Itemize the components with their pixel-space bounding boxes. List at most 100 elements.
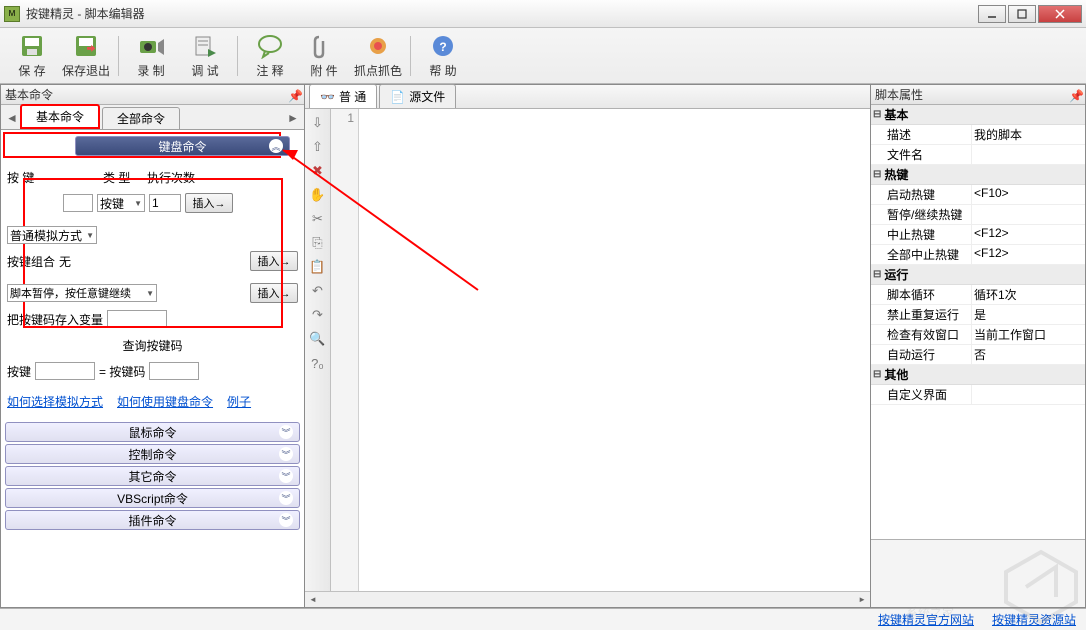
help-icon: ?	[429, 32, 457, 60]
query-label: 查询按键码	[122, 337, 182, 354]
property-description	[871, 539, 1085, 607]
file-icon: 📄	[390, 90, 405, 104]
prop-cat-run[interactable]: 运行	[871, 265, 1085, 285]
expand-icon: ︾	[279, 447, 293, 461]
section-plugin[interactable]: 插件命令︾	[5, 510, 300, 530]
tab-all-commands[interactable]: 全部命令	[102, 107, 180, 129]
comment-icon	[256, 32, 284, 60]
tab-source-view[interactable]: 📄 源文件	[379, 84, 456, 108]
save-button[interactable]: 保 存	[6, 31, 58, 81]
tab-basic-commands[interactable]: 基本命令	[20, 104, 100, 129]
prop-start-hotkey[interactable]: <F10>	[971, 185, 1085, 204]
svg-text:?: ?	[439, 40, 446, 54]
toolbar-separator	[237, 36, 238, 76]
pin-icon[interactable]: 📌	[1069, 89, 1081, 101]
prop-desc-value[interactable]: 我的脚本	[971, 125, 1085, 144]
prop-row: 脚本循环循环1次	[871, 285, 1085, 305]
expand-icon: ︾	[279, 513, 293, 527]
tab-normal-view[interactable]: 👓 普 通	[309, 84, 377, 108]
hand-icon[interactable]: ✋	[310, 187, 326, 203]
prop-row: 启动热键<F10>	[871, 185, 1085, 205]
debug-icon	[191, 32, 219, 60]
section-control[interactable]: 控制命令︾	[5, 444, 300, 464]
help-small-icon[interactable]: ?₀	[310, 355, 326, 371]
comment-button[interactable]: 注 释	[244, 31, 296, 81]
close-button[interactable]	[1038, 5, 1082, 23]
query-key-input[interactable]	[35, 362, 95, 380]
prop-filename-value[interactable]	[971, 145, 1085, 164]
delete-icon[interactable]: ✖	[310, 163, 326, 179]
query-eq-label: = 按键码	[99, 363, 145, 380]
prop-row: 中止热键<F12>	[871, 225, 1085, 245]
expand-icon: ︾	[279, 491, 293, 505]
section-vbscript[interactable]: VBScript命令︾	[5, 488, 300, 508]
command-panel-title: 基本命令	[5, 86, 288, 103]
grab-icon	[364, 32, 392, 60]
expand-icon: ︾	[279, 425, 293, 439]
attach-icon	[310, 32, 338, 60]
prop-autorun-value[interactable]: 否	[971, 345, 1085, 364]
prop-row: 自动运行否	[871, 345, 1085, 365]
maximize-button[interactable]	[1008, 5, 1036, 23]
tab-nav-left[interactable]: ◄	[5, 111, 19, 129]
command-panel-header: 基本命令 📌	[1, 85, 304, 105]
horizontal-scrollbar[interactable]	[305, 591, 870, 607]
redo-icon[interactable]: ↷	[310, 307, 326, 323]
link-sim-mode[interactable]: 如何选择模拟方式	[7, 393, 103, 410]
titlebar: M 按键精灵 - 脚本编辑器	[0, 0, 1086, 28]
section-misc[interactable]: 其它命令︾	[5, 466, 300, 486]
link-kb-help[interactable]: 如何使用键盘命令	[117, 393, 213, 410]
tab-nav-right[interactable]: ►	[286, 111, 300, 129]
collapse-icon: ︽	[269, 139, 283, 153]
toolbar-separator	[118, 36, 119, 76]
prop-row: 全部中止热键<F12>	[871, 245, 1085, 265]
properties-title: 脚本属性	[875, 86, 1069, 103]
query-key-label: 按键	[7, 363, 31, 380]
line-gutter: 1	[331, 109, 359, 591]
glasses-icon: 👓	[320, 90, 335, 104]
code-editor[interactable]	[359, 109, 870, 591]
status-bar: 按键精灵官方网站 按键精灵资源站	[0, 608, 1086, 630]
save-exit-button[interactable]: 保存退出	[60, 31, 112, 81]
record-button[interactable]: 录 制	[125, 31, 177, 81]
sim-mode-select[interactable]: 普通模拟方式	[7, 226, 97, 244]
link-resource-site[interactable]: 按键精灵资源站	[992, 611, 1076, 628]
section-keyboard[interactable]: 键盘命令 ︽	[75, 136, 290, 156]
prop-checkwin-value[interactable]: 当前工作窗口	[971, 325, 1085, 344]
prop-loop-value[interactable]: 循环1次	[971, 285, 1085, 304]
move-down-icon[interactable]: ⇩	[310, 115, 326, 131]
section-mouse[interactable]: 鼠标命令︾	[5, 422, 300, 442]
prop-cat-hotkey[interactable]: 热键	[871, 165, 1085, 185]
editor-side-toolbar: ⇩ ⇧ ✖ ✋ ✂ ⎘ 📋 ↶ ↷ 🔍 ?₀	[305, 109, 331, 591]
prop-cat-other[interactable]: 其他	[871, 365, 1085, 385]
expand-icon: ︾	[279, 469, 293, 483]
command-panel: 基本命令 📌 ◄ 基本命令 全部命令 ► 键盘命令 ︽ 按 键 类 型 执行次数	[0, 84, 305, 608]
type-select[interactable]: 按键	[97, 194, 145, 212]
prop-row: 检查有效窗口当前工作窗口	[871, 325, 1085, 345]
pause-select[interactable]: 脚本暂停，按任意键继续	[7, 284, 157, 302]
pin-icon[interactable]: 📌	[288, 89, 300, 101]
query-code-input[interactable]	[149, 362, 199, 380]
minimize-button[interactable]	[978, 5, 1006, 23]
paste-icon[interactable]: 📋	[310, 259, 326, 275]
cut-icon[interactable]: ✂	[310, 211, 326, 227]
grab-button[interactable]: 抓点抓色	[352, 31, 404, 81]
prop-pause-hotkey[interactable]	[971, 205, 1085, 224]
find-icon[interactable]: 🔍	[310, 331, 326, 347]
prop-norepeat-value[interactable]: 是	[971, 305, 1085, 324]
debug-button[interactable]: 调 试	[179, 31, 231, 81]
copy-icon[interactable]: ⎘	[310, 235, 326, 251]
prop-stop-hotkey[interactable]: <F12>	[971, 225, 1085, 244]
help-button[interactable]: ? 帮 助	[417, 31, 469, 81]
property-grid[interactable]: 基本 描述我的脚本 文件名 热键 启动热键<F10> 暂停/继续热键 中止热键<…	[871, 105, 1085, 539]
link-example[interactable]: 例子	[227, 393, 251, 410]
toolbar-separator	[410, 36, 411, 76]
prop-row: 文件名	[871, 145, 1085, 165]
prop-allstop-hotkey[interactable]: <F12>	[971, 245, 1085, 264]
attach-button[interactable]: 附 件	[298, 31, 350, 81]
link-official-site[interactable]: 按键精灵官方网站	[878, 611, 974, 628]
move-up-icon[interactable]: ⇧	[310, 139, 326, 155]
prop-custom-value[interactable]	[971, 385, 1085, 404]
prop-cat-basic[interactable]: 基本	[871, 105, 1085, 125]
undo-icon[interactable]: ↶	[310, 283, 326, 299]
